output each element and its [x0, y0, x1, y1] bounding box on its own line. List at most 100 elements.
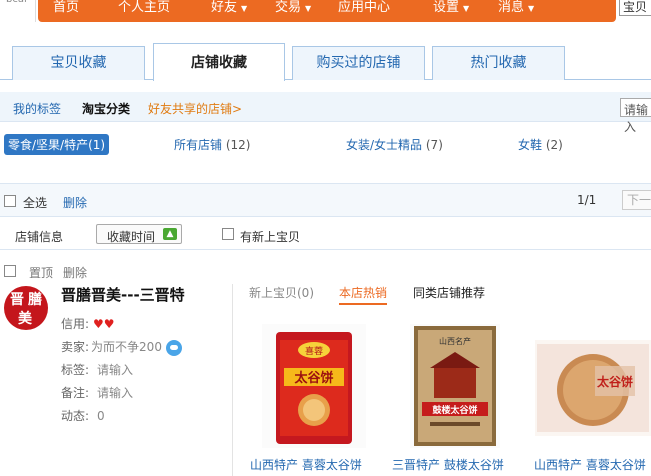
category-count: (12) — [225, 138, 251, 152]
page-indicator: 1/1 — [577, 193, 597, 207]
nav-profile-label: 个人主页 — [118, 0, 171, 15]
caret-down-icon: ▼ — [241, 4, 248, 13]
shop-checkbox[interactable] — [4, 265, 16, 277]
tags-label: 标签: — [61, 363, 90, 377]
filter-bar: 我的标签 淘宝分类 好友共享的店铺> 请输入 — [0, 92, 651, 134]
tab-similar-shops[interactable]: 同类店铺推荐 — [413, 284, 485, 301]
my-tags-link[interactable]: 我的标签 — [13, 100, 61, 117]
select-all-label[interactable]: 全选 — [23, 194, 47, 211]
tab-popular-favorites[interactable]: 热门收藏 — [432, 46, 565, 80]
note-row: 备注: 请输入 — [61, 384, 133, 401]
avatar-char: 美 — [18, 311, 32, 327]
category-womens-shoes[interactable]: 女鞋 (2) — [518, 136, 563, 153]
list-toolbar: 全选 删除 1/1 下一 — [0, 183, 651, 217]
seller-label: 卖家: — [61, 340, 90, 354]
category-all-shops[interactable]: 所有店铺 (12) — [174, 136, 250, 153]
activity-row: 动态: 0 — [61, 407, 105, 424]
top-nav: bcal 首页 个人主页 好友▼ 交易▼ 应用中心 设置▼ 消息▼ 宝贝 — [0, 0, 651, 22]
taobao-category-link[interactable]: 淘宝分类 — [82, 100, 130, 117]
friends-shared-link[interactable]: 好友共享的店铺> — [148, 100, 242, 117]
sort-by-time-button[interactable]: 收藏时间 ▲ — [96, 224, 182, 244]
tags-input[interactable]: 请输入 — [97, 363, 133, 377]
nav-settings[interactable]: 设置 ▼ — [433, 0, 469, 15]
nav-profile[interactable]: 个人主页 — [118, 0, 170, 15]
category-label: 女装/女士精品 — [346, 138, 423, 152]
tab-purchased-shops[interactable]: 购买过的店铺 — [292, 46, 425, 80]
nav-trade[interactable]: 交易 ▼ — [275, 0, 311, 15]
nav-trade-label: 交易 — [275, 0, 302, 15]
nav-friends[interactable]: 好友 ▼ — [211, 0, 247, 15]
shop-avatar[interactable]: 晋 膳 美 — [4, 286, 48, 330]
divider — [232, 284, 233, 476]
seller-name[interactable]: 为而不争200 — [91, 340, 162, 354]
product-image[interactable]: 喜蓉 太谷饼 — [262, 324, 366, 448]
tab-item-favorites[interactable]: 宝贝收藏 — [12, 46, 145, 80]
note-label: 备注: — [61, 386, 90, 400]
pin-link[interactable]: 置顶 — [29, 264, 53, 281]
product-image[interactable]: 山西名产 鼓楼太谷饼 — [410, 324, 500, 448]
top-search-value: 宝贝 — [623, 0, 648, 14]
category-count: (7) — [425, 138, 443, 152]
tab-hot-sellers[interactable]: 本店热销 — [339, 284, 388, 305]
category-count: (1) — [88, 138, 106, 152]
list-header: 店铺信息 收藏时间 ▲ 有新上宝贝 — [0, 220, 651, 250]
tags-row: 标签: 请输入 — [61, 361, 133, 378]
avatar-char: 膳 — [28, 292, 42, 308]
category-count: (2) — [545, 138, 563, 152]
select-all-checkbox[interactable] — [4, 195, 16, 207]
nav-app-center[interactable]: 应用中心 — [338, 0, 390, 15]
caret-down-icon: ▼ — [528, 4, 535, 13]
product-label-text: 太谷饼 — [293, 370, 333, 386]
nav-home-label: 首页 — [53, 0, 80, 15]
product-caption[interactable]: 山西特产 喜蓉太谷饼 — [250, 456, 362, 473]
shop-search-input[interactable]: 请输入 — [620, 98, 651, 134]
credit-label: 信用: — [61, 317, 90, 331]
shop-name[interactable]: 晋膳晋美---三晋特 — [61, 284, 185, 305]
wangwang-chat-icon[interactable] — [165, 339, 182, 356]
heart-rating-icon: ♥♥ — [93, 317, 115, 331]
product-tabs: 新上宝贝(0) 本店热销 同类店铺推荐 — [249, 284, 651, 305]
arrow-up-icon: ▲ — [163, 228, 177, 240]
category-label: 零食/坚果/特产 — [8, 138, 89, 152]
tab-shop-favorites[interactable]: 店铺收藏 — [153, 43, 285, 81]
top-nav-bar: 首页 个人主页 好友 ▼ 交易 ▼ 应用中心 设置 ▼ 消息 ▼ — [38, 0, 616, 22]
nav-settings-label: 设置 — [433, 0, 460, 15]
new-items-checkbox[interactable] — [222, 228, 234, 240]
new-items-label: 有新上宝贝 — [240, 230, 301, 244]
shop-delete-link[interactable]: 删除 — [63, 264, 87, 281]
product-brand-text: 喜蓉 — [305, 345, 323, 357]
shop-info-header: 店铺信息 — [15, 230, 64, 244]
category-list: 零食/坚果/特产(1) 所有店铺 (12) 女装/女士精品 (7) 女鞋 (2) — [0, 130, 651, 160]
note-input[interactable]: 请输入 — [97, 386, 133, 400]
caret-down-icon: ▼ — [305, 4, 312, 13]
tab-new-items[interactable]: 新上宝贝(0) — [249, 284, 314, 301]
product-label-text: 鼓楼太谷饼 — [432, 404, 477, 416]
nav-app-center-label: 应用中心 — [338, 0, 391, 15]
nav-home[interactable]: 首页 — [53, 0, 79, 15]
nav-messages[interactable]: 消息 ▼ — [498, 0, 534, 15]
product-brand-text: 山西名产 — [439, 336, 471, 346]
top-search-input[interactable]: 宝贝 — [619, 0, 651, 16]
category-womens-wear[interactable]: 女装/女士精品 (7) — [346, 136, 443, 153]
category-snacks[interactable]: 零食/坚果/特产(1) — [4, 134, 110, 155]
avatar-char: 晋 — [10, 292, 24, 308]
product-caption[interactable]: 山西特产 喜蓉太谷饼 — [534, 456, 646, 473]
logo-text: bcal — [6, 0, 27, 5]
product-caption[interactable]: 三晋特产 鼓楼太谷饼 — [392, 456, 504, 473]
product-label-text: 太谷饼 — [597, 374, 633, 389]
seller-row: 卖家: 为而不争200 — [61, 338, 182, 356]
next-page-button[interactable]: 下一 — [622, 190, 651, 210]
nav-friends-label: 好友 — [211, 0, 238, 15]
batch-delete-link[interactable]: 删除 — [63, 194, 87, 211]
shop-entry: 置顶 删除 晋 膳 美 晋膳晋美---三晋特 信用: ♥♥ 卖家: 为而不争200 … — [0, 260, 651, 476]
category-label: 女鞋 — [518, 138, 543, 152]
logo[interactable]: bcal — [0, 0, 36, 22]
page: bcal 首页 个人主页 好友▼ 交易▼ 应用中心 设置▼ 消息▼ 宝贝 宝贝收… — [0, 0, 651, 476]
main-tabs: 宝贝收藏 店铺收藏 购买过的店铺 热门收藏 — [0, 43, 651, 81]
caret-down-icon: ▼ — [463, 4, 470, 13]
product-image[interactable]: 太谷饼 — [535, 340, 651, 436]
activity-label: 动态: — [61, 409, 90, 423]
category-label: 所有店铺 — [174, 138, 223, 152]
activity-count: 0 — [97, 409, 105, 423]
credit-row: 信用: ♥♥ — [61, 315, 115, 332]
